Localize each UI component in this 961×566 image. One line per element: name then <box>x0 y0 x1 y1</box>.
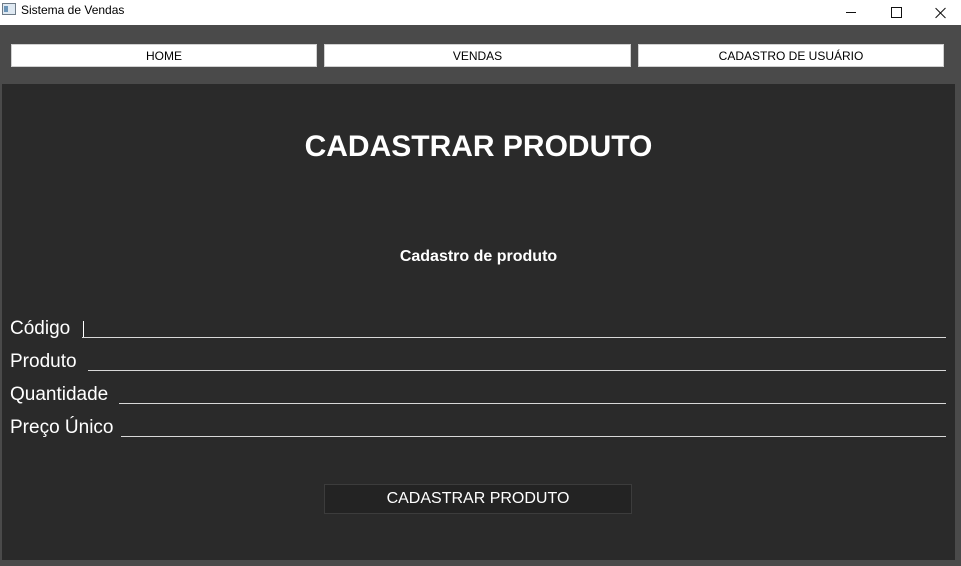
preco-unico-label: Preço Único <box>10 417 114 438</box>
form-subtitle: Cadastro de produto <box>399 248 558 265</box>
title-bar: Sistema de Vendas <box>0 0 961 25</box>
field-codigo: Código <box>10 318 946 344</box>
nav-cadastro-usuario-button[interactable]: CADASTRO DE USUÁRIO <box>638 44 944 67</box>
field-quantidade: Quantidade <box>10 384 946 410</box>
minimize-button[interactable] <box>828 0 874 25</box>
maximize-icon <box>890 7 902 18</box>
codigo-input[interactable] <box>82 337 946 338</box>
codigo-label: Código <box>10 318 71 339</box>
close-button[interactable] <box>918 0 961 25</box>
maximize-button[interactable] <box>873 0 919 25</box>
window-title: Sistema de Vendas <box>21 3 125 17</box>
produto-label: Produto <box>10 351 77 372</box>
text-cursor <box>83 321 84 337</box>
page-title: CADASTRAR PRODUTO <box>304 130 653 163</box>
produto-input[interactable] <box>88 370 946 371</box>
close-icon <box>935 7 947 19</box>
cadastrar-produto-button[interactable]: CADASTRAR PRODUTO <box>324 484 632 514</box>
quantidade-input[interactable] <box>119 403 946 404</box>
nav-vendas-button[interactable]: VENDAS <box>324 44 631 67</box>
preco-unico-input[interactable] <box>121 436 946 437</box>
field-preco-unico: Preço Único <box>10 417 946 443</box>
main-panel: CADASTRAR PRODUTO Cadastro de produto Có… <box>2 84 955 560</box>
nav-home-button[interactable]: HOME <box>11 44 317 67</box>
minimize-icon <box>846 12 856 13</box>
field-produto: Produto <box>10 351 946 377</box>
app-window-icon <box>2 3 16 15</box>
quantidade-label: Quantidade <box>10 384 109 405</box>
